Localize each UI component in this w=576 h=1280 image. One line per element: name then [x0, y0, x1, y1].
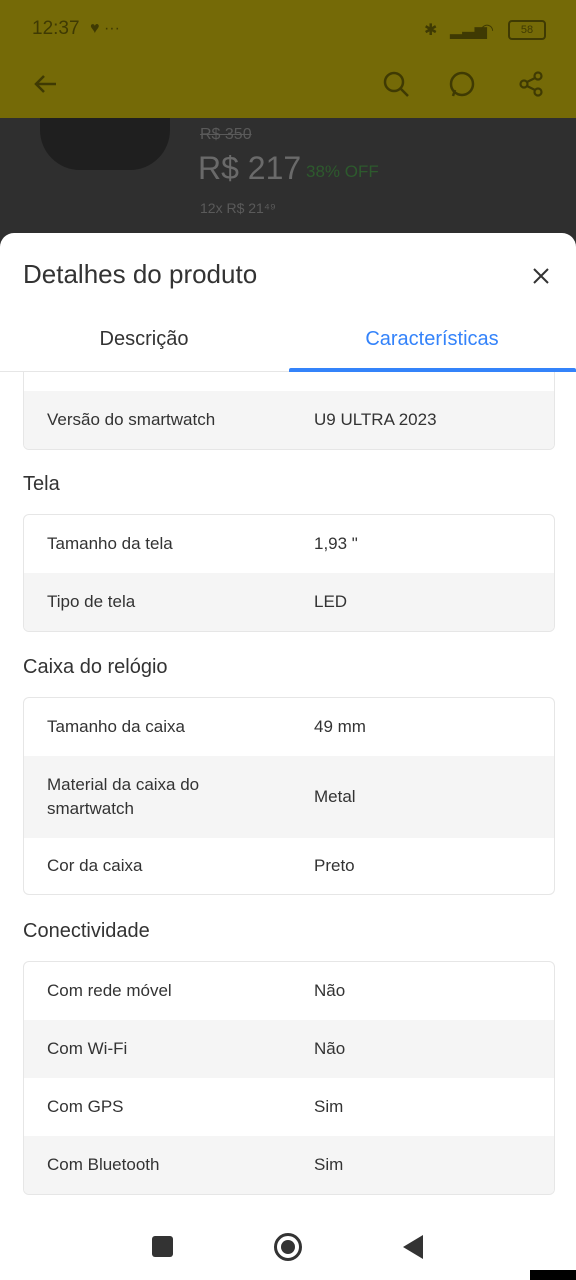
tab-bar: Descrição Características: [0, 311, 576, 372]
old-price: R$ 350: [200, 126, 252, 143]
spec-value: Preto: [314, 856, 355, 875]
table-row: [24, 372, 554, 391]
spec-key: Com Bluetooth: [47, 1155, 160, 1174]
table-row: Versão do smartwatch U9 ULTRA 2023: [24, 391, 554, 449]
spec-key: Material da caixa do smartwatch: [47, 775, 200, 818]
sheet-title: Detalhes do produto: [23, 259, 258, 289]
whatsapp-icon[interactable]: [446, 68, 478, 100]
spec-value: 49 mm: [314, 717, 366, 736]
product-image: [40, 118, 170, 170]
spec-value: Sim: [314, 1155, 344, 1174]
search-icon[interactable]: [380, 68, 412, 100]
nav-corner: [530, 1270, 576, 1280]
system-nav-bar: [0, 1223, 576, 1280]
spec-value: Não: [314, 1039, 346, 1058]
spec-value: Sim: [314, 1097, 344, 1116]
spec-value: Não: [314, 981, 346, 1000]
table-row: Com rede móvel Não: [24, 962, 554, 1020]
spec-card-conectividade: Com rede móvel Não Com Wi-Fi Não Com GPS…: [23, 961, 555, 1195]
section-title-caixa: Caixa do relógio: [23, 656, 168, 678]
tab-caracteristicas[interactable]: Características: [288, 311, 576, 371]
notification-icon: ♥ ···: [90, 20, 120, 37]
close-icon[interactable]: [528, 263, 554, 289]
status-bar: 12:37 ♥ ··· ✱ ▂▃▅ ◠ 58: [0, 0, 576, 58]
table-row: Tamanho da caixa 49 mm: [24, 698, 554, 756]
spec-key: Com rede móvel: [47, 981, 172, 1000]
back-button[interactable]: [401, 1234, 425, 1260]
spec-key: Tipo de tela: [47, 592, 136, 611]
recents-button[interactable]: [152, 1236, 173, 1257]
background-header: 12:37 ♥ ··· ✱ ▂▃▅ ◠ 58: [0, 0, 576, 118]
table-row: Com Bluetooth Sim: [24, 1136, 554, 1194]
installments: 12x R$ 21⁴⁹: [200, 200, 276, 216]
table-row: Com GPS Sim: [24, 1078, 554, 1136]
spec-value: LED: [314, 592, 348, 611]
spec-value: U9 ULTRA 2023: [314, 410, 437, 429]
table-row: Cor da caixa Preto: [24, 838, 554, 894]
specs-content[interactable]: Versão do smartwatch U9 ULTRA 2023 Tela …: [0, 372, 576, 1223]
spec-value: Metal: [314, 787, 356, 806]
table-row: Com Wi-Fi Não: [24, 1020, 554, 1078]
wifi-icon: ◠: [480, 22, 494, 39]
spec-key: Tamanho da caixa: [47, 717, 185, 736]
spec-key: Com GPS: [47, 1097, 124, 1116]
spec-key: Tamanho da tela: [47, 534, 173, 553]
spec-value: 1,93 ": [314, 534, 358, 553]
spec-card-general: Versão do smartwatch U9 ULTRA 2023: [23, 372, 555, 450]
back-arrow-icon[interactable]: [30, 68, 62, 100]
discount-badge: 38% OFF: [306, 162, 379, 181]
table-row: Tipo de tela LED: [24, 573, 554, 631]
spec-key: Cor da caixa: [47, 856, 143, 875]
section-title-tela: Tela: [23, 473, 60, 495]
tab-descricao[interactable]: Descrição: [0, 311, 288, 371]
share-icon[interactable]: [515, 68, 547, 100]
bluetooth-icon: ✱: [424, 22, 438, 39]
table-row: Material da caixa do smartwatch Metal: [24, 756, 554, 838]
section-title-conectividade: Conectividade: [23, 920, 150, 942]
product-details-sheet: Detalhes do produto Descrição Caracterís…: [0, 233, 576, 1223]
table-row: Tamanho da tela 1,93 ": [24, 515, 554, 573]
battery-icon: 58: [508, 20, 546, 40]
price: R$ 217: [198, 150, 302, 186]
spec-key: Versão do smartwatch: [47, 410, 216, 429]
background-app: 12:37 ♥ ··· ✱ ▂▃▅ ◠ 58 R$ 350 R$ 217 38%…: [0, 0, 576, 260]
home-button[interactable]: [273, 1232, 303, 1262]
spec-card-tela: Tamanho da tela 1,93 " Tipo de tela LED: [23, 514, 555, 632]
spec-key: Com Wi-Fi: [47, 1039, 128, 1058]
status-time: 12:37: [32, 18, 80, 39]
spec-card-caixa: Tamanho da caixa 49 mm Material da caixa…: [23, 697, 555, 895]
